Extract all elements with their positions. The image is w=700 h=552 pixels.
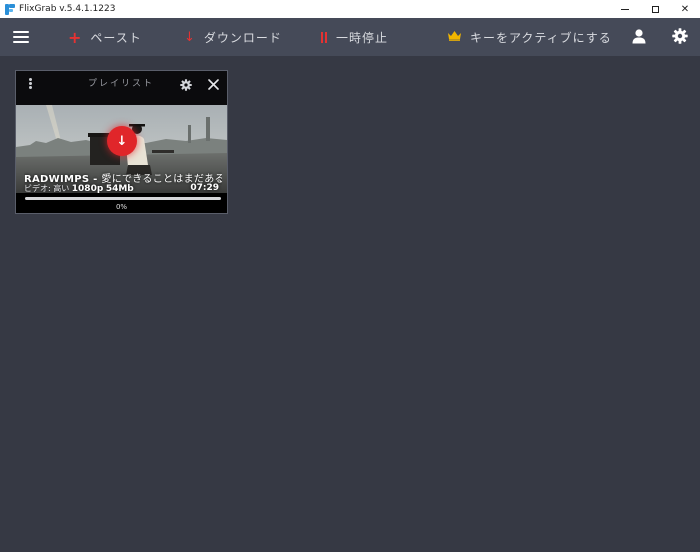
flixgrab-logo-icon <box>5 3 15 15</box>
window-title: FlixGrab v.5.4.1.1223 <box>19 4 116 14</box>
paste-label: ペースト <box>90 30 142 45</box>
card-gear-icon[interactable] <box>180 76 192 91</box>
main-toolbar: + ペースト ↓ ダウンロード 一時停止 キーをアクティブにする <box>0 18 700 56</box>
window-titlebar: FlixGrab v.5.4.1.1223 ✕ <box>0 0 700 18</box>
kebab-menu-icon[interactable] <box>29 78 32 89</box>
arrow-down-badge-icon: ↓ <box>116 133 128 149</box>
activate-key-label: キーをアクティブにする <box>470 30 612 45</box>
video-meta-prefix: ビデオ: 高い <box>24 184 72 193</box>
minimize-icon <box>621 8 629 10</box>
video-duration: 07:29 <box>190 183 219 193</box>
pause-icon <box>320 31 328 43</box>
pause-label: 一時停止 <box>336 30 389 45</box>
maximize-icon <box>651 5 659 13</box>
playlist-label: プレイリスト <box>88 79 155 89</box>
video-card[interactable]: プレイリスト ↓ RADWIMPS - 愛にできることはまだある ビデオ: 高い… <box>15 70 228 214</box>
pause-button[interactable]: 一時停止 <box>320 18 388 56</box>
remove-video-close-icon[interactable] <box>208 75 219 90</box>
window-controls: ✕ <box>610 0 700 18</box>
arrow-down-icon: ↓ <box>184 29 196 45</box>
progress-bar <box>25 197 221 200</box>
progress-percent: 0% <box>115 203 128 211</box>
card-header: プレイリスト <box>16 71 227 105</box>
activate-key-button[interactable]: キーをアクティブにする <box>447 18 628 56</box>
user-icon[interactable] <box>631 28 647 44</box>
download-status-badge[interactable]: ↓ <box>107 126 137 156</box>
download-button[interactable]: ↓ ダウンロード <box>184 18 282 56</box>
minimize-button[interactable] <box>610 0 640 18</box>
paste-button[interactable]: + ペースト <box>68 18 142 56</box>
progress-area: 0% <box>16 193 227 213</box>
download-label: ダウンロード <box>203 30 282 45</box>
gear-icon[interactable] <box>672 28 688 44</box>
close-icon: ✕ <box>680 3 690 15</box>
close-window-button[interactable]: ✕ <box>670 0 700 18</box>
plus-icon: + <box>68 27 83 47</box>
crown-icon <box>447 30 462 44</box>
maximize-button[interactable] <box>640 0 670 18</box>
hamburger-menu-icon[interactable] <box>13 31 29 43</box>
